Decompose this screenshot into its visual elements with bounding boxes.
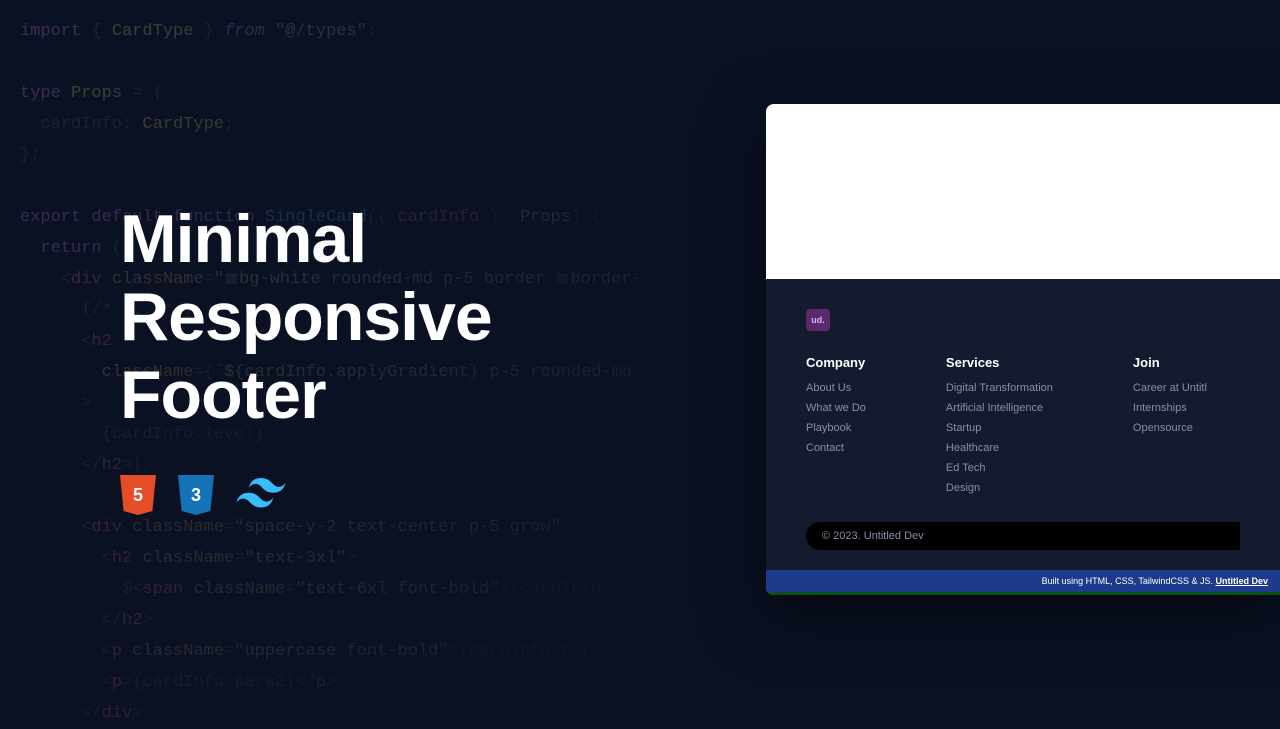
footer-link[interactable]: What we Do: [806, 402, 866, 414]
untitled-dev-link[interactable]: Untitled Dev: [1215, 576, 1268, 586]
footer-columns: Company About Us What we Do Playbook Con…: [806, 355, 1240, 502]
tech-icons: 5 3: [120, 475, 286, 515]
headline-line-3: Footer: [120, 356, 492, 434]
headline-line-2: Responsive: [120, 278, 492, 356]
footer-link[interactable]: Opensource: [1133, 422, 1207, 434]
column-title: Services: [946, 355, 1053, 370]
column-join: Join Career at Untitl Internships Openso…: [1133, 355, 1207, 502]
built-with-bar: Built using HTML, CSS, TailwindCSS & JS.…: [766, 570, 1280, 592]
column-services: Services Digital Transformation Artifici…: [946, 355, 1053, 502]
copyright-bar: © 2023. Untitled Dev: [806, 522, 1240, 550]
footer-dark-section: ud. Company About Us What we Do Playbook…: [766, 279, 1280, 570]
html5-icon: 5: [120, 475, 156, 515]
footer-link[interactable]: Startup: [946, 422, 1053, 434]
footer-link[interactable]: Playbook: [806, 422, 866, 434]
green-bottom-edge: [766, 592, 1280, 595]
footer-link[interactable]: Ed Tech: [946, 462, 1053, 474]
column-title: Company: [806, 355, 866, 370]
preview-blank-area: [766, 104, 1280, 279]
footer-link[interactable]: Career at Untitl: [1133, 382, 1207, 394]
tailwind-icon: [236, 478, 286, 513]
footer-link[interactable]: About Us: [806, 382, 866, 394]
footer-preview: ud. Company About Us What we Do Playbook…: [766, 104, 1280, 595]
footer-link[interactable]: Healthcare: [946, 442, 1053, 454]
column-title: Join: [1133, 355, 1207, 370]
logo: ud.: [806, 309, 830, 331]
footer-link[interactable]: Design: [946, 482, 1053, 494]
headline-line-1: Minimal: [120, 200, 492, 278]
footer-link[interactable]: Digital Transformation: [946, 382, 1053, 394]
css3-icon: 3: [178, 475, 214, 515]
column-company: Company About Us What we Do Playbook Con…: [806, 355, 866, 502]
page-title: Minimal Responsive Footer: [120, 200, 492, 434]
footer-link[interactable]: Internships: [1133, 402, 1207, 414]
footer-link[interactable]: Artificial Intelligence: [946, 402, 1053, 414]
footer-link[interactable]: Contact: [806, 442, 866, 454]
